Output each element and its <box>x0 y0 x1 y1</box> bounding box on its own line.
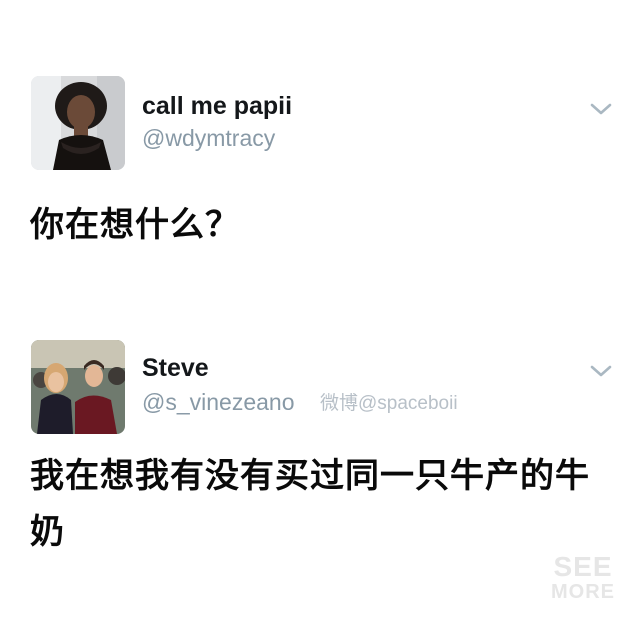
tweet-text: 我在想我有没有买过同一只牛产的牛奶 <box>30 456 590 552</box>
weibo-watermark: 微博@spaceboii <box>320 393 458 414</box>
tweet-text: 你在想什么？ <box>30 205 240 245</box>
chevron-down-icon[interactable] <box>590 102 612 116</box>
avatar-photo <box>31 76 125 170</box>
display-name[interactable]: Steve <box>142 354 209 383</box>
avatar-photo <box>31 340 125 434</box>
tweet-card: Steve @s_vinezeano 我在想我有没有买过同一只牛产的牛奶 <box>0 320 640 640</box>
chevron-down-icon[interactable] <box>590 364 612 378</box>
user-avatar[interactable] <box>31 340 125 434</box>
see-more-line2: MORE <box>551 581 615 603</box>
user-handle[interactable]: @wdymtracy <box>142 125 275 152</box>
display-name[interactable]: call me papii <box>142 92 292 121</box>
user-handle[interactable]: @s_vinezeano <box>142 389 295 416</box>
see-more-line1: SEE <box>553 551 613 582</box>
see-more-logo: SEE MORE <box>548 551 618 603</box>
tweet-card: call me papii @wdymtracy 你在想什么？ <box>0 0 640 320</box>
user-avatar[interactable] <box>31 76 125 170</box>
